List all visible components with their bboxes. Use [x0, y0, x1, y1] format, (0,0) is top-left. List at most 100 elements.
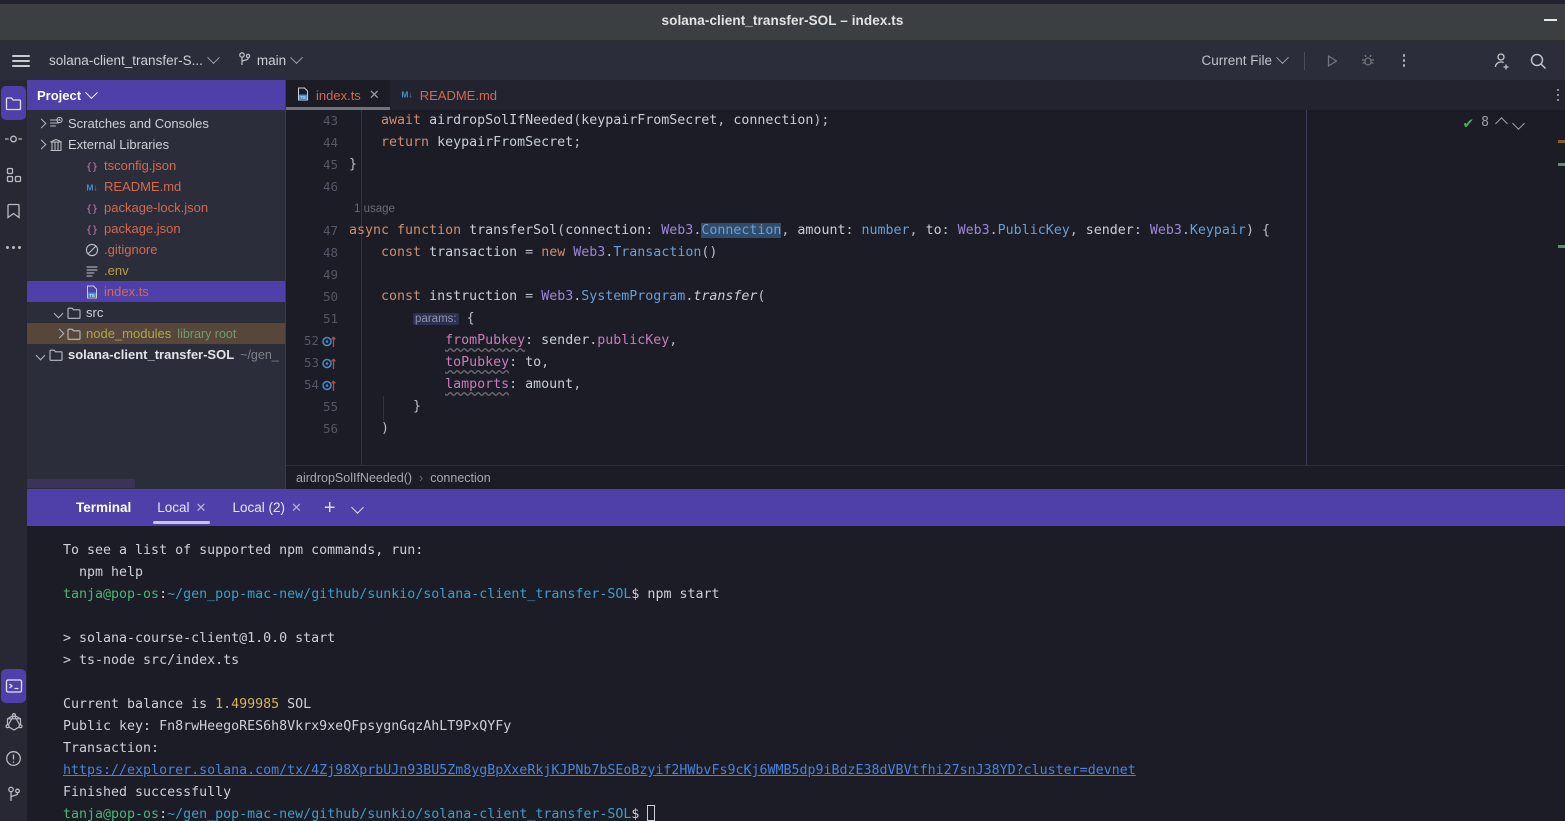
code-text: } [349, 157, 358, 172]
project-selector[interactable]: solana-client_transfer-S... [42, 49, 225, 72]
code-text: return keypairFromSecret; [381, 135, 582, 150]
code-editor[interactable]: ✔ 8 43 await airdropSolIfNeeded(keypairF… [286, 110, 1565, 465]
line-number: 54 [303, 377, 319, 392]
tree-node-index-ts[interactable]: TS index.ts [27, 281, 285, 302]
sidebar-item-problems[interactable] [1, 741, 26, 775]
minimize-button[interactable] [1544, 19, 1557, 21]
line-number-gutter[interactable]: 52 [286, 330, 344, 352]
terminal-text: Public key: Fn8rwHeegoRES6h8Vkrx9xeQFpsy… [63, 719, 512, 734]
close-icon[interactable]: ✕ [291, 500, 302, 516]
line-number: 55 [322, 399, 338, 414]
usage-hint-text: 1 usage [354, 203, 395, 215]
chevron-right-icon[interactable] [53, 327, 66, 340]
breadcrumb-item[interactable]: airdropSolIfNeeded() [296, 471, 412, 485]
project-panel-title: Project [37, 87, 82, 103]
line-number-gutter[interactable]: 45 [286, 154, 344, 176]
sidebar-item-bookmarks[interactable] [1, 194, 26, 228]
line-number: 53 [303, 355, 319, 370]
folder-icon [67, 307, 81, 319]
terminal-tool-window-title[interactable]: Terminal [63, 489, 144, 526]
run-configuration-selector[interactable]: Current File [1194, 49, 1294, 72]
tree-node-scratches-and-consoles[interactable]: Scratches and Consoles [27, 113, 285, 134]
line-number-gutter[interactable]: 43 [286, 110, 344, 132]
search-everywhere-button[interactable] [1521, 46, 1555, 76]
chevron-right-icon[interactable] [35, 117, 48, 130]
new-terminal-tab-button[interactable]: + [315, 498, 345, 518]
line-number-gutter[interactable]: 49 [286, 264, 344, 286]
line-number-gutter[interactable]: 46 [286, 176, 344, 198]
editor-tab-options-button[interactable] [1556, 80, 1559, 110]
tree-node-external-libraries[interactable]: External Libraries [27, 134, 285, 155]
terminal-text: Current balance is [63, 697, 216, 712]
tree-node-readme-md[interactable]: M↓ README.md [27, 176, 285, 197]
code-text: } [413, 399, 422, 414]
project-horizontal-scrollbar[interactable] [27, 479, 135, 488]
code-line: 50 const instruction = Web3.SystemProgra… [286, 286, 1565, 308]
line-number-gutter[interactable]: 47 [286, 220, 344, 242]
tree-node-package-lock-json[interactable]: {} package-lock.json [27, 197, 285, 218]
tree-node-tsconfig-json[interactable]: {} tsconfig.json [27, 155, 285, 176]
project-panel-header[interactable]: Project [27, 80, 285, 110]
json-file-icon: {} [86, 162, 98, 173]
override-gutter-icon[interactable] [322, 357, 338, 370]
tree-node-package-json[interactable]: {} package.json [27, 218, 285, 239]
main-toolbar: solana-client_transfer-S... main Current… [0, 41, 1565, 80]
terminal-text: npm help [63, 565, 144, 580]
close-icon[interactable]: ✕ [369, 87, 380, 103]
editor-tab-index-ts[interactable]: TS index.ts ✕ [286, 80, 390, 110]
line-number-gutter[interactable]: 54 [286, 374, 344, 396]
commit-icon [5, 135, 22, 143]
override-gutter-icon[interactable] [322, 379, 338, 392]
tree-node-icon: {} [84, 159, 100, 173]
breadcrumb-item[interactable]: connection [430, 471, 490, 485]
line-number-gutter[interactable]: 48 [286, 242, 344, 264]
terminal-tab-bar: Terminal Local ✕ Local (2) ✕ + [27, 489, 1565, 526]
share-button[interactable] [1485, 46, 1519, 76]
line-number: 52 [303, 333, 319, 348]
line-number-gutter[interactable]: 53 [286, 352, 344, 374]
sidebar-item-version-control[interactable] [1, 777, 26, 811]
chevron-down-icon[interactable] [35, 348, 48, 361]
center-column: Project Scratches and Consoles External L… [27, 80, 1565, 821]
more-actions-button[interactable] [1387, 46, 1421, 76]
terminal-link[interactable]: https://explorer.solana.com/tx/4Zj98Xprb… [63, 763, 1136, 778]
sidebar-item-graphql[interactable] [1, 705, 26, 739]
tree-node--gitignore[interactable]: .gitignore [27, 239, 285, 260]
terminal-line: tanja@pop-os:~/gen_pop-mac-new/github/su… [63, 584, 1565, 606]
terminal-tab-local-2-[interactable]: Local (2) ✕ [219, 489, 314, 526]
tree-node-label: src [86, 305, 104, 320]
tree-node-icon [48, 138, 64, 152]
line-number: 46 [322, 179, 338, 194]
sidebar-item-structure[interactable] [1, 158, 26, 192]
sidebar-item-terminal[interactable] [1, 669, 26, 703]
chevron-down-icon[interactable] [53, 306, 66, 319]
terminal-tab-local[interactable]: Local ✕ [144, 489, 219, 526]
line-number-gutter[interactable]: 51 [286, 308, 344, 330]
tree-node-solana-client-transfer-sol[interactable]: solana-client_transfer-SOL ~/gen_ [27, 344, 285, 365]
terminal-options-button[interactable] [345, 499, 370, 517]
line-number-gutter[interactable]: 50 [286, 286, 344, 308]
main-menu-button[interactable] [0, 52, 42, 70]
sidebar-item-more[interactable] [1, 230, 26, 264]
line-number-gutter[interactable]: 55 [286, 396, 344, 418]
svg-text:TS: TS [89, 292, 95, 297]
tree-node-src[interactable]: src [27, 302, 285, 323]
line-number-gutter[interactable]: 44 [286, 132, 344, 154]
search-icon [1530, 53, 1546, 69]
tree-node-label: package-lock.json [104, 200, 209, 215]
sidebar-item-commit[interactable] [1, 122, 26, 156]
override-gutter-icon[interactable] [322, 335, 338, 348]
run-button[interactable] [1315, 46, 1349, 76]
close-icon[interactable]: ✕ [196, 500, 207, 516]
tree-node--env[interactable]: .env [27, 260, 285, 281]
editor-tab-bar: TS index.ts ✕ M↓ README.md [286, 80, 1565, 110]
line-number-gutter[interactable]: 56 [286, 418, 344, 440]
editor-tab-readme-md[interactable]: M↓ README.md [390, 80, 507, 110]
tree-node-node-modules[interactable]: node_modules library root [27, 323, 285, 344]
terminal-text: : [159, 587, 168, 602]
debug-button[interactable] [1351, 46, 1385, 76]
branch-selector[interactable]: main [231, 48, 308, 74]
chevron-right-icon[interactable] [35, 138, 48, 151]
terminal-output[interactable]: To see a list of supported npm commands,… [27, 526, 1565, 821]
sidebar-item-project[interactable] [1, 86, 26, 120]
